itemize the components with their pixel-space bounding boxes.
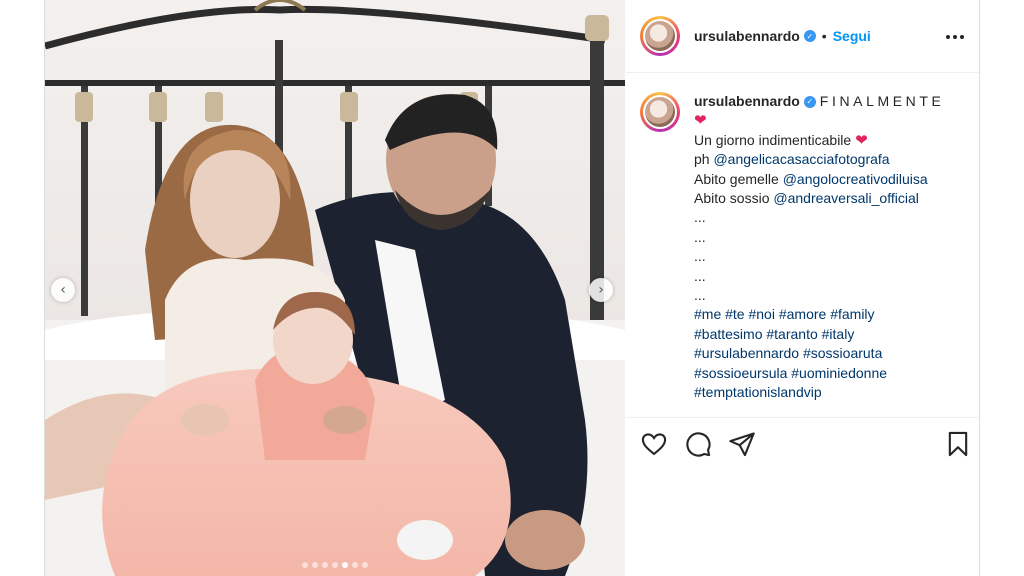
hashtag-line[interactable]: #ursulabennardo #sossioaruta xyxy=(694,344,970,363)
chevron-left-icon: ‹ xyxy=(60,282,66,298)
caption-line: ph @angelicacasacciafotografa xyxy=(694,151,890,168)
caption-text: ursulabennardo ✓ FINALMENTE ❤ Un giorno … xyxy=(694,92,970,403)
save-bookmark-icon[interactable] xyxy=(944,430,972,458)
more-options-icon[interactable] xyxy=(945,24,965,44)
heart-emoji-icon: ❤ xyxy=(694,111,707,130)
ellipsis-line: ... xyxy=(694,209,706,226)
family-photo-illustration xyxy=(45,0,625,576)
ellipsis-line: ... xyxy=(694,228,706,245)
profile-picture xyxy=(645,97,675,127)
caption-username-link[interactable]: ursulabennardo xyxy=(694,92,800,111)
carousel-dot xyxy=(322,562,328,568)
post-photo[interactable]: ‹ › xyxy=(45,0,625,576)
heart-emoji-icon: ❤ xyxy=(855,130,868,149)
avatar[interactable] xyxy=(640,16,680,56)
post-actions-bar xyxy=(626,417,979,466)
caption-title: FINALMENTE xyxy=(819,93,945,109)
username-link[interactable]: ursulabennardo xyxy=(694,28,800,44)
verified-badge-icon: ✓ xyxy=(803,30,816,42)
ellipsis-line: ... xyxy=(694,267,706,284)
carousel-dot xyxy=(352,562,358,568)
chevron-right-icon: › xyxy=(598,282,604,298)
caption-line: Abito gemelle @angolocreativodiluisa xyxy=(694,170,928,187)
hashtag-line[interactable]: #sossioeursula #uominiedonne xyxy=(694,364,970,383)
comment-icon[interactable] xyxy=(684,430,712,458)
carousel-dot xyxy=(312,562,318,568)
carousel-indicator xyxy=(45,562,625,568)
share-paper-plane-icon[interactable] xyxy=(728,430,756,458)
instagram-post: ‹ › ursulabennardo ✓ • Segui ursulabenna… xyxy=(44,0,980,576)
separator-dot: • xyxy=(821,28,827,44)
profile-picture xyxy=(645,21,675,51)
ellipsis-line: ... xyxy=(694,248,706,265)
post-header: ursulabennardo ✓ • Segui xyxy=(626,0,979,73)
hashtag-line[interactable]: #battesimo #taranto #italy xyxy=(694,325,970,344)
carousel-dot xyxy=(332,562,338,568)
carousel-prev-button[interactable]: ‹ xyxy=(51,278,75,302)
carousel-dot xyxy=(342,562,348,568)
carousel-dot xyxy=(362,562,368,568)
hashtag-line[interactable]: #temptationislandvip xyxy=(694,383,970,402)
hashtag-line[interactable]: #me #te #noi #amore #family xyxy=(694,305,970,324)
carousel-dot xyxy=(302,562,308,568)
mention-link[interactable]: @angelicacasacciafotografa xyxy=(713,151,889,167)
ellipsis-line: ... xyxy=(694,287,706,304)
caption-line: Abito sossio @andreaversali_official xyxy=(694,190,919,207)
carousel-next-button[interactable]: › xyxy=(589,278,613,302)
follow-button[interactable]: Segui xyxy=(833,28,871,44)
post-side-panel: ursulabennardo ✓ • Segui ursulabennardo … xyxy=(626,0,979,576)
caption-line: Un giorno indimenticabile ❤ xyxy=(694,130,868,149)
verified-badge-icon: ✓ xyxy=(803,95,816,108)
post-caption: ursulabennardo ✓ FINALMENTE ❤ Un giorno … xyxy=(640,92,970,403)
like-heart-icon[interactable] xyxy=(640,430,668,458)
caption-avatar[interactable] xyxy=(640,92,680,132)
mention-link[interactable]: @angolocreativodiluisa xyxy=(783,171,928,187)
mention-link[interactable]: @andreaversali_official xyxy=(773,190,918,206)
